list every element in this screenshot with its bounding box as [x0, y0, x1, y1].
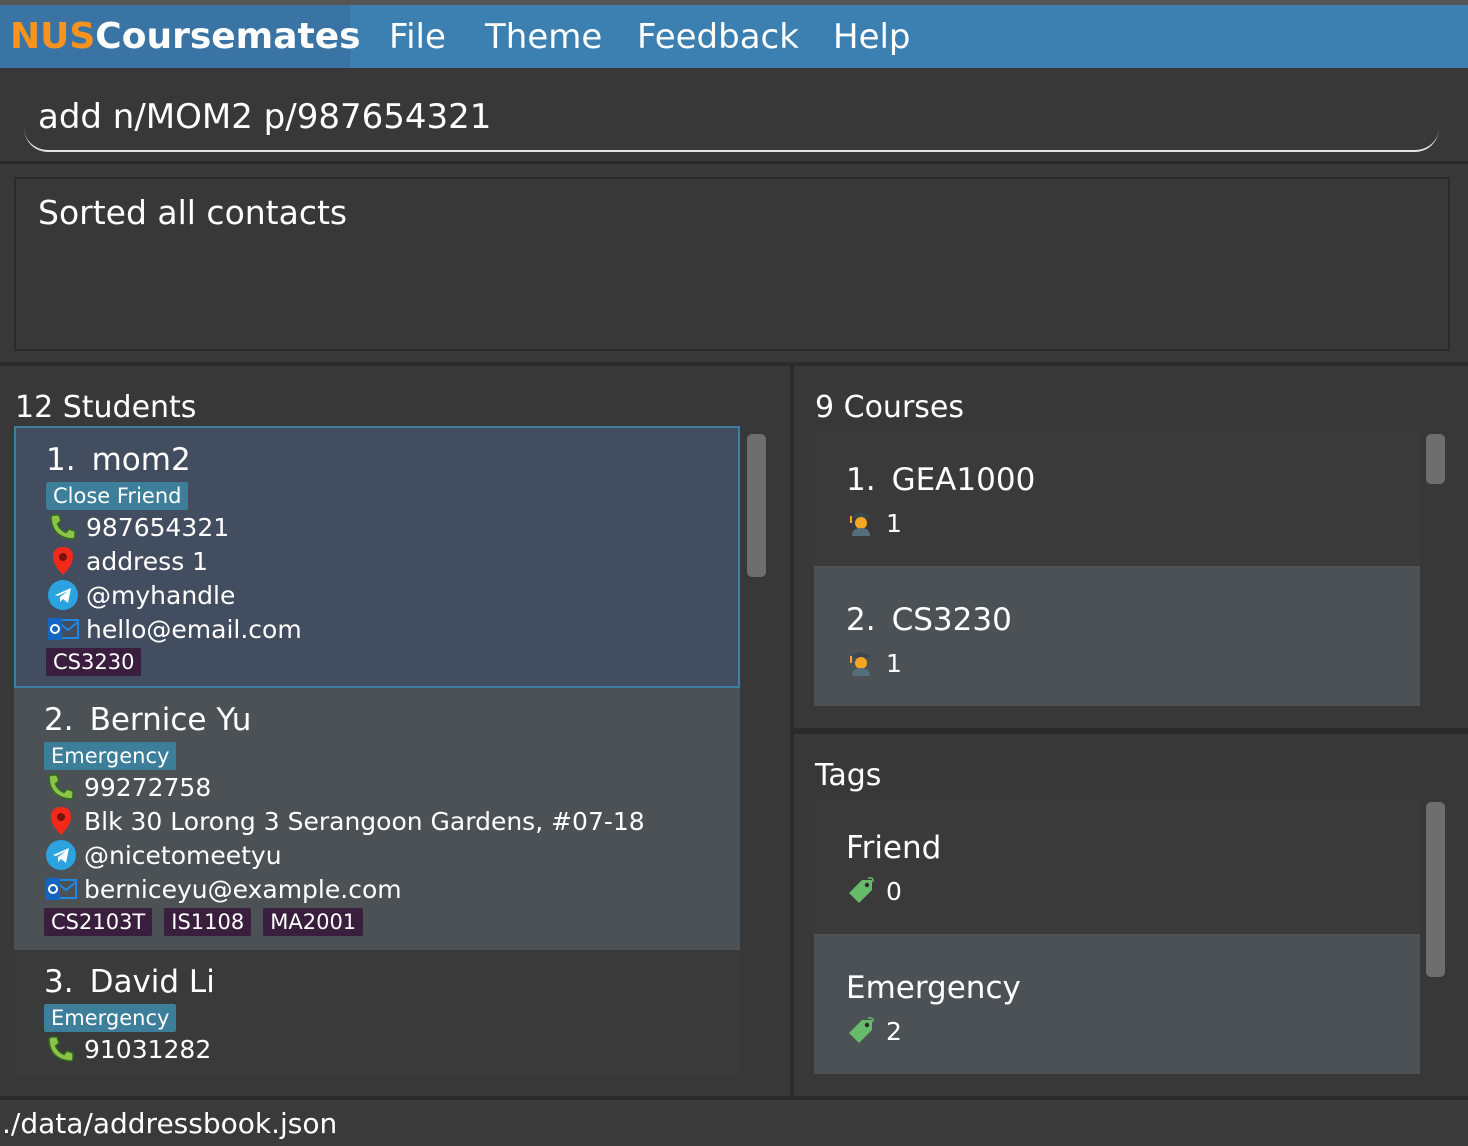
course-code: CS3230	[891, 602, 1012, 638]
status-bar: ./data/addressbook.json	[0, 1098, 1468, 1146]
student-telegram: @nicetomeetyu	[84, 840, 282, 870]
student-name: mom2	[91, 442, 191, 478]
menu-file[interactable]: File	[389, 5, 446, 68]
student-name-line: 3. David Li	[44, 962, 740, 1002]
address-line: address 1	[46, 544, 738, 578]
telegram-icon	[46, 579, 80, 611]
course-tags: CS2103T IS1108 MA2001	[44, 908, 740, 936]
tag-name: Emergency	[846, 970, 1021, 1006]
student-card[interactable]: 2. Bernice Yu Emergency 99272758 Blk 30 L…	[14, 688, 740, 950]
student-name: David Li	[89, 964, 215, 1000]
course-card[interactable]: 1. GEA1000 1	[814, 426, 1420, 566]
outlook-email-icon	[44, 873, 78, 905]
telegram-line: @nicetomeetyu	[44, 838, 740, 872]
email-line: berniceyu@example.com	[44, 872, 740, 906]
email-line: hello@email.com	[46, 612, 738, 646]
command-input[interactable]	[24, 84, 1439, 152]
students-panel: 12 Students 1. mom2 Close Friend 98765432…	[0, 366, 790, 1096]
student-address: address 1	[86, 546, 209, 576]
brand-coursemates: Coursemates	[95, 16, 361, 57]
outlook-email-icon	[46, 613, 80, 645]
course-student-count-line: 1	[846, 646, 1420, 680]
tags-panel: Tags Friend 0 Emergency 2	[794, 734, 1468, 1096]
address-line: Blk 30 Lorong 3 Serangoon Gardens, #07-1…	[44, 804, 740, 838]
student-name-line: 1. mom2	[46, 440, 738, 480]
result-display-area: Sorted all contacts	[0, 164, 1468, 362]
save-location-path: ./data/addressbook.json	[2, 1106, 338, 1140]
course-tag: MA2001	[263, 908, 364, 936]
student-phone: 91031282	[84, 1034, 212, 1064]
course-card[interactable]: 2. CS3230 1	[814, 566, 1420, 706]
menu-feedback[interactable]: Feedback	[637, 5, 799, 68]
student-tag: Emergency	[44, 742, 177, 770]
course-tag: CS2103T	[44, 908, 153, 936]
student-index: 1.	[46, 442, 76, 478]
student-card[interactable]: 3. David Li Emergency 91031282	[14, 950, 740, 1076]
brand-nus: NUS	[10, 16, 96, 57]
phone-icon	[44, 771, 78, 803]
telegram-line: @myhandle	[46, 578, 738, 612]
student-list[interactable]: 1. mom2 Close Friend 987654321 address 1 …	[14, 426, 740, 1076]
student-icon	[846, 508, 876, 538]
student-card[interactable]: 1. mom2 Close Friend 987654321 address 1 …	[14, 426, 740, 688]
course-tags: CS3230	[46, 648, 738, 676]
telegram-icon	[44, 839, 78, 871]
menu-bar: NUS Coursemates File Theme Feedback Help	[0, 0, 1468, 68]
result-text: Sorted all contacts	[38, 193, 348, 232]
student-email: hello@email.com	[86, 614, 302, 644]
menu-help[interactable]: Help	[833, 5, 911, 68]
course-code: GEA1000	[891, 462, 1036, 498]
tags-scrollbar[interactable]	[1426, 802, 1445, 977]
course-index: 2.	[846, 602, 876, 638]
student-name: Bernice Yu	[89, 702, 252, 738]
phone-line: 987654321	[46, 510, 738, 544]
tag-name: Friend	[846, 830, 942, 866]
tag-list[interactable]: Friend 0 Emergency 2	[814, 794, 1420, 1074]
student-phone: 99272758	[84, 772, 212, 802]
student-phone: 987654321	[86, 512, 230, 542]
course-title-line: 2. CS3230	[846, 600, 1420, 640]
tag-icon	[846, 876, 876, 906]
courses-title: 9 Courses	[815, 390, 964, 425]
tag-count-line: 0	[846, 874, 1420, 908]
tag-card[interactable]: Emergency 2	[814, 934, 1420, 1074]
phone-icon	[46, 511, 80, 543]
students-scrollbar[interactable]	[747, 434, 766, 577]
course-student-count-line: 1	[846, 506, 1420, 540]
student-address: Blk 30 Lorong 3 Serangoon Gardens, #07-1…	[84, 806, 645, 836]
student-name-line: 2. Bernice Yu	[44, 700, 740, 740]
menu-theme[interactable]: Theme	[485, 5, 602, 68]
tag-count: 2	[886, 1016, 902, 1046]
phone-line: 99272758	[44, 770, 740, 804]
tags-title: Tags	[815, 758, 882, 793]
tag-card[interactable]: Friend 0	[814, 794, 1420, 934]
courses-panel: 9 Courses 1. GEA1000 1 2. CS3230 1	[794, 366, 1468, 728]
student-telegram: @myhandle	[86, 580, 236, 610]
course-index: 1.	[846, 462, 876, 498]
course-title-line: 1. GEA1000	[846, 460, 1420, 500]
course-student-count: 1	[886, 648, 902, 678]
student-index: 3.	[44, 964, 74, 1000]
students-title: 12 Students	[15, 390, 197, 425]
location-pin-icon	[44, 805, 78, 837]
course-list[interactable]: 1. GEA1000 1 2. CS3230 1	[814, 426, 1420, 706]
student-tag: Close Friend	[46, 482, 189, 510]
student-email: berniceyu@example.com	[84, 874, 402, 904]
phone-icon	[44, 1033, 78, 1065]
courses-scrollbar[interactable]	[1426, 434, 1445, 484]
app-logo: NUS Coursemates	[0, 5, 361, 68]
tag-icon	[846, 1016, 876, 1046]
student-index: 2.	[44, 702, 74, 738]
course-student-count: 1	[886, 508, 902, 538]
student-tag: Emergency	[44, 1004, 177, 1032]
result-display: Sorted all contacts	[14, 177, 1450, 351]
tag-count-line: 2	[846, 1014, 1420, 1048]
location-pin-icon	[46, 545, 80, 577]
course-tag: CS3230	[46, 648, 142, 676]
tag-count: 0	[886, 876, 902, 906]
phone-line: 91031282	[44, 1032, 740, 1066]
student-icon	[846, 648, 876, 678]
command-box-area	[0, 68, 1468, 164]
course-tag: IS1108	[164, 908, 252, 936]
